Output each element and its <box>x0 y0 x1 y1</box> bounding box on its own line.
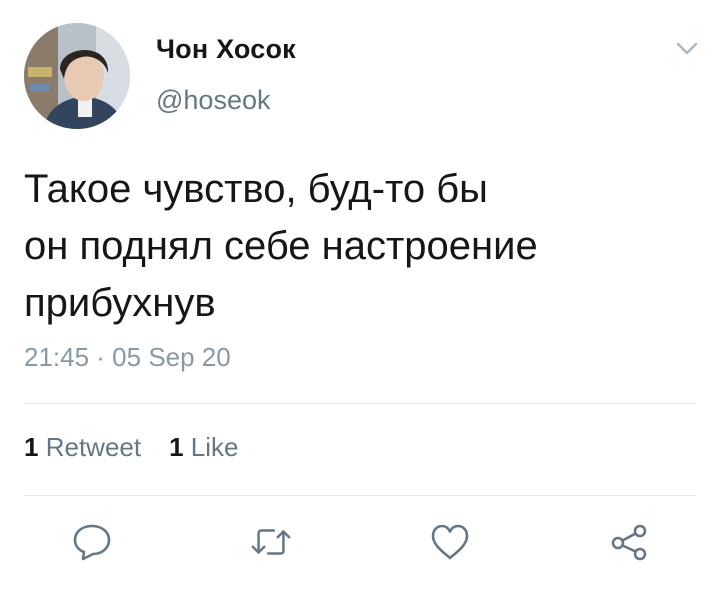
tweet-text-line: Такое чувство, буд-то бы <box>24 167 488 211</box>
like-count: 1 <box>169 432 184 462</box>
share-button[interactable] <box>607 520 651 564</box>
tweet-timestamp[interactable]: 21:45 · 05 Sep 20 <box>24 342 231 373</box>
tweet-stats: 1 Retweet 1 Like <box>24 432 239 463</box>
divider <box>24 403 696 404</box>
retweet-button[interactable] <box>249 520 293 564</box>
tweet-text-line: он поднял себе настроение <box>24 224 538 268</box>
retweet-icon <box>251 529 291 555</box>
reply-icon <box>73 524 111 561</box>
avatar-image <box>24 23 130 129</box>
chevron-down-icon[interactable] <box>676 42 698 56</box>
reply-button[interactable] <box>70 520 114 564</box>
avatar[interactable] <box>24 23 130 129</box>
like-icon <box>431 524 469 560</box>
tweet-text-line: прибухнув <box>24 281 216 325</box>
retweet-count: 1 <box>24 432 39 462</box>
retweet-label: Retweet <box>45 432 142 462</box>
user-handle[interactable]: @hoseok <box>156 85 270 116</box>
like-stat[interactable]: 1 Like <box>169 432 238 463</box>
like-label: Like <box>190 432 239 462</box>
retweet-stat[interactable]: 1 Retweet <box>24 432 141 463</box>
display-name[interactable]: Чон Хосок <box>156 34 296 65</box>
share-icon <box>611 524 647 561</box>
like-button[interactable] <box>428 520 472 564</box>
divider <box>24 495 696 496</box>
tweet-text: Такое чувство, буд-то бы он поднял себе … <box>24 161 684 332</box>
tweet-card: Чон Хосок @hoseok Такое чувство, буд-то … <box>0 0 720 592</box>
